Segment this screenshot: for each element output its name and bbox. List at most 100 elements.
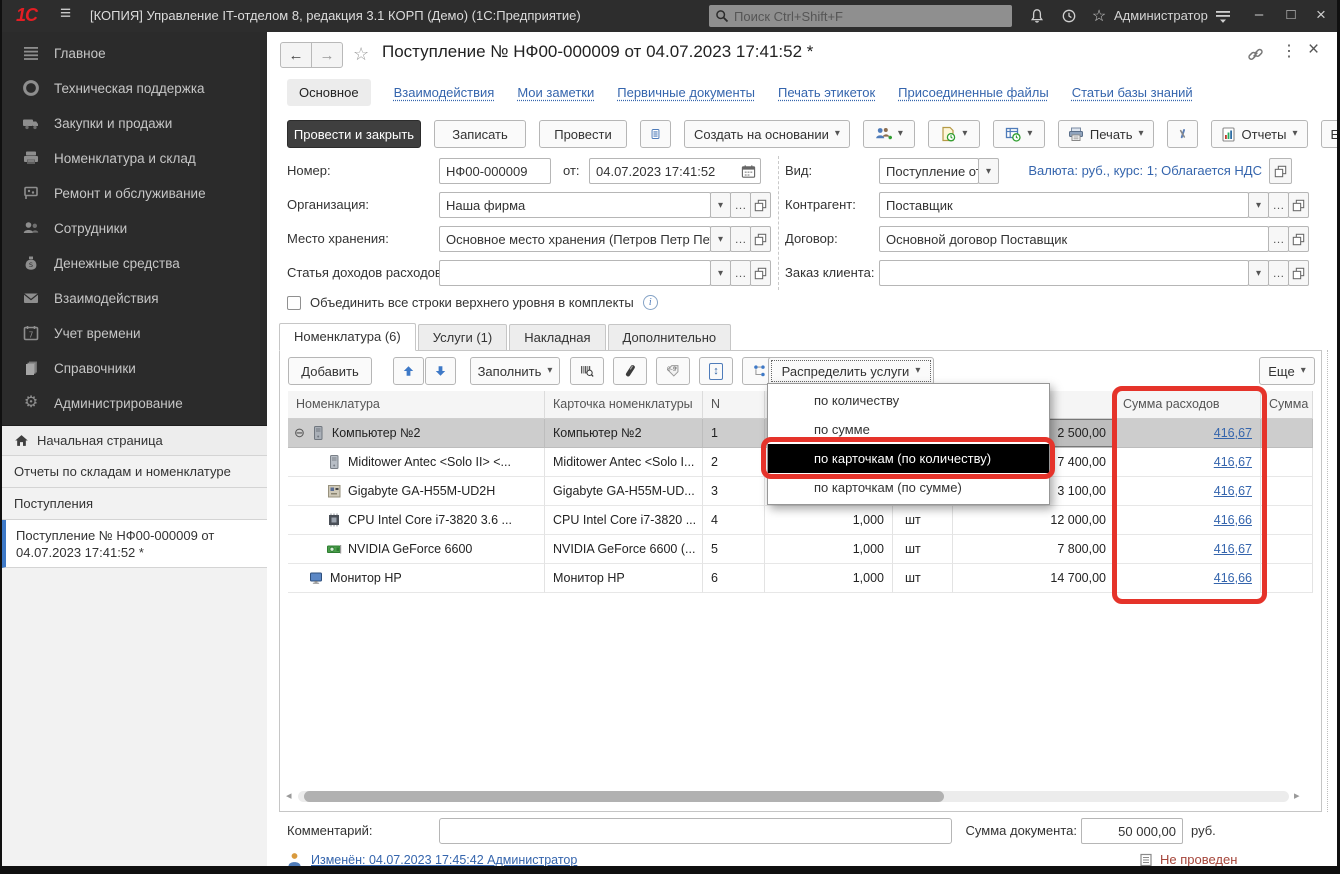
expenses-link[interactable]: 416,67 — [1214, 477, 1252, 505]
sidebar-item-administration[interactable]: ⚙Администрирование — [2, 386, 267, 421]
customer-order-dropdown-button[interactable]: ▾ — [1248, 260, 1269, 286]
table-row[interactable]: CPU Intel Core i7-3820 3.6 ... CPU Intel… — [288, 506, 1314, 535]
expenses-link[interactable]: 416,66 — [1214, 564, 1252, 592]
cell-expenses[interactable]: 416,67 — [1115, 535, 1261, 564]
barcode-search-icon[interactable] — [570, 357, 604, 385]
column-header-n[interactable]: N — [703, 391, 765, 419]
add-contact-button[interactable]: ▾ — [863, 120, 915, 148]
menu-item-by-cards-amount[interactable]: по карточкам (по сумме) — [768, 473, 1049, 502]
sidebar-item-receipts[interactable]: Поступления — [2, 488, 267, 520]
post-button[interactable]: Провести — [539, 120, 627, 148]
cell-amount[interactable]: 7 800,00 — [953, 535, 1115, 564]
hamburger-icon[interactable]: ≡ — [60, 3, 71, 25]
income-expense-dropdown-button[interactable]: ▾ — [710, 260, 731, 286]
expenses-link[interactable]: 416,67 — [1214, 419, 1252, 447]
contractor-choose-button[interactable]: … — [1268, 192, 1289, 218]
table-row[interactable]: NVIDIA GeForce 6600 NVIDIA GeForce 6600 … — [288, 535, 1314, 564]
history-icon[interactable] — [1058, 6, 1080, 26]
favorites-star-icon[interactable]: ☆ — [1088, 6, 1110, 26]
sidebar-item-current-receipt[interactable]: Поступление № НФ00-000009 от 04.07.2023 … — [2, 520, 267, 568]
storage-dropdown-button[interactable]: ▾ — [710, 226, 731, 252]
tab-my-notes[interactable]: Мои заметки — [517, 85, 594, 100]
tab-label-printing[interactable]: Печать этикеток — [778, 85, 875, 100]
customer-order-choose-button[interactable]: … — [1268, 260, 1289, 286]
sidebar-item-employees[interactable]: Сотрудники — [2, 211, 267, 246]
sidebar-item-references[interactable]: Справочники — [2, 351, 267, 386]
price-tag-icon[interactable]: 0-9 — [656, 357, 690, 385]
main-menu-icon[interactable] — [1212, 6, 1234, 26]
organization-dropdown-button[interactable]: ▾ — [710, 192, 731, 218]
cell-total[interactable] — [1261, 477, 1313, 506]
cell-nomenclature[interactable]: CPU Intel Core i7-3820 3.6 ... — [288, 506, 545, 535]
service-settings-icon[interactable] — [1167, 120, 1198, 148]
tab-attached-files[interactable]: Присоединенные файлы — [898, 85, 1049, 100]
table-row[interactable]: Монитор HP Монитор HP 6 1,000 шт 14 700,… — [288, 564, 1314, 593]
contract-field[interactable]: Основной договор Поставщик — [879, 226, 1269, 252]
scanner-icon[interactable] — [613, 357, 647, 385]
horizontal-scrollbar[interactable] — [298, 791, 1289, 802]
number-field[interactable]: НФ00-000009 — [439, 158, 551, 184]
cell-total[interactable] — [1261, 535, 1313, 564]
cell-amount[interactable]: 12 000,00 — [953, 506, 1115, 535]
income-expense-choose-button[interactable]: … — [730, 260, 751, 286]
cell-n[interactable]: 5 — [703, 535, 765, 564]
organization-field[interactable]: Наша фирма — [439, 192, 711, 218]
cell-card[interactable]: Монитор HP — [545, 564, 703, 593]
fill-button[interactable]: Заполнить▾ — [470, 357, 560, 385]
income-expense-field[interactable] — [439, 260, 711, 286]
cell-n[interactable]: 3 — [703, 477, 765, 506]
expenses-link[interactable]: 416,66 — [1214, 506, 1252, 534]
kind-dropdown-button[interactable]: ▾ — [978, 158, 999, 184]
cell-qty[interactable]: 1,000 — [765, 506, 893, 535]
comment-field[interactable] — [439, 818, 952, 844]
cell-card[interactable]: Gigabyte GA-H55M-UD... — [545, 477, 703, 506]
column-header-nomenclature[interactable]: Номенклатура — [288, 391, 545, 419]
cell-expenses[interactable]: 416,67 — [1115, 419, 1261, 448]
contractor-dropdown-button[interactable]: ▾ — [1248, 192, 1269, 218]
column-header-expenses[interactable]: Сумма расходов — [1115, 391, 1261, 419]
scrollbar-thumb[interactable] — [304, 791, 944, 802]
cell-n[interactable]: 1 — [703, 419, 765, 448]
contract-choose-button[interactable]: … — [1268, 226, 1289, 252]
tab-additional[interactable]: Дополнительно — [608, 324, 732, 351]
menu-item-by-cards-quantity[interactable]: по карточкам (по количеству) — [768, 444, 1049, 473]
menu-item-by-quantity[interactable]: по количеству — [768, 386, 1049, 415]
sidebar-item-stock[interactable]: Номенклатура и склад — [2, 141, 267, 176]
storage-open-button[interactable] — [750, 226, 771, 252]
cell-n[interactable]: 6 — [703, 564, 765, 593]
date-field[interactable]: 04.07.2023 17:41:52 — [589, 158, 761, 184]
document-reminder-button[interactable]: ▾ — [928, 120, 980, 148]
distribute-services-button[interactable]: Распределить услуги▾ — [768, 357, 934, 385]
move-up-button[interactable] — [393, 357, 424, 385]
sidebar-item-interactions[interactable]: Взаимодействия — [2, 281, 267, 316]
expenses-link[interactable]: 416,67 — [1214, 535, 1252, 563]
tab-invoice[interactable]: Накладная — [509, 324, 605, 351]
modified-link[interactable]: Изменён: 04.07.2023 17:45:42 Администрат… — [311, 853, 577, 866]
cell-nomenclature[interactable]: ⊖Компьютер №2 — [288, 419, 545, 448]
sidebar-item-repair[interactable]: Ремонт и обслуживание — [2, 176, 267, 211]
menu-item-by-amount[interactable]: по сумме — [768, 415, 1049, 444]
sidebar-item-home[interactable]: Начальная страница — [2, 426, 267, 456]
cell-unit[interactable]: шт — [893, 564, 953, 593]
print-button[interactable]: Печать▾ — [1058, 120, 1154, 148]
maximize-button[interactable]: □ — [1277, 0, 1305, 32]
more-button[interactable]: Еще▾ — [1321, 120, 1338, 148]
cell-card[interactable]: NVIDIA GeForce 6600 (... — [545, 535, 703, 564]
kind-field[interactable]: Поступление от — [879, 158, 979, 184]
scroll-left-icon[interactable]: ◂ — [286, 789, 292, 802]
cell-total[interactable] — [1261, 419, 1313, 448]
sidebar-item-purchases-sales[interactable]: Закупки и продажи — [2, 106, 267, 141]
tab-services[interactable]: Услуги (1) — [418, 324, 507, 351]
cell-qty[interactable]: 1,000 — [765, 564, 893, 593]
customer-order-field[interactable] — [879, 260, 1249, 286]
tab-main[interactable]: Основное — [287, 79, 371, 106]
cell-n[interactable]: 2 — [703, 448, 765, 477]
posting-results-icon[interactable] — [640, 120, 671, 148]
cell-total[interactable] — [1261, 564, 1313, 593]
storage-choose-button[interactable]: … — [730, 226, 751, 252]
calendar-picker-icon[interactable] — [741, 164, 756, 179]
tab-primary-documents[interactable]: Первичные документы — [617, 85, 755, 100]
cell-nomenclature[interactable]: Miditower Antec <Solo II> <... — [288, 448, 545, 477]
cell-nomenclature[interactable]: NVIDIA GeForce 6600 — [288, 535, 545, 564]
cell-nomenclature[interactable]: Gigabyte GA-H55M-UD2H — [288, 477, 545, 506]
